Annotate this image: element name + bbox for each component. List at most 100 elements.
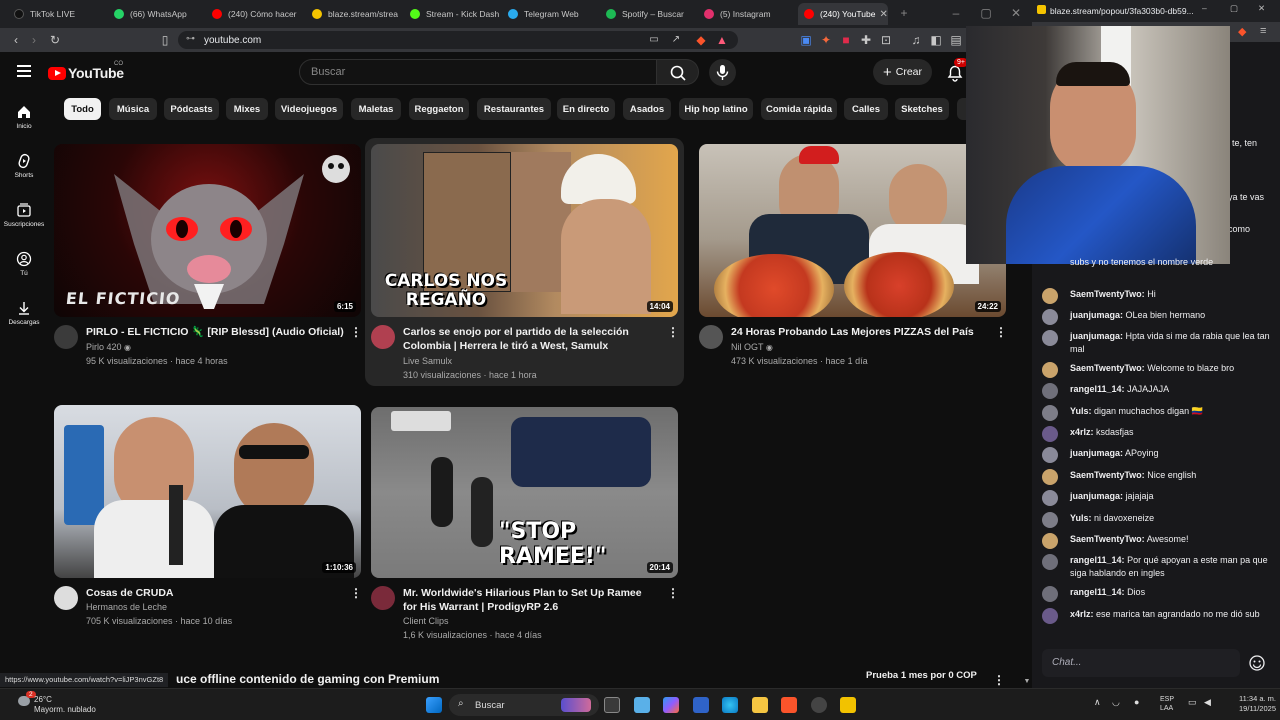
chip[interactable]: Mixes xyxy=(226,98,268,120)
chat-username[interactable]: x4rlz: xyxy=(1070,609,1094,619)
create-button[interactable]: + Crear xyxy=(873,59,932,85)
more-options-icon[interactable]: ⋮ xyxy=(995,325,1007,339)
media-controls-icon[interactable]: ♫ xyxy=(908,32,924,48)
chat-input[interactable]: Chat... xyxy=(1042,649,1240,677)
video-thumbnail[interactable]: 1:10:36 xyxy=(54,405,361,578)
weather-widget[interactable]: 2 26°C Mayorm. nublado xyxy=(8,691,128,716)
language-indicator[interactable]: ESP LAA xyxy=(1160,695,1174,713)
chip[interactable]: Comida rápida xyxy=(761,98,837,120)
channel-name[interactable]: Hermanos de Leche xyxy=(86,602,167,612)
minimize-icon[interactable]: – xyxy=(1202,3,1207,13)
close-window-icon[interactable]: ✕ xyxy=(1008,5,1024,21)
tray-expand-icon[interactable]: ∧ xyxy=(1094,697,1101,708)
brave-icon[interactable] xyxy=(781,697,797,713)
store-icon[interactable] xyxy=(693,697,709,713)
chat-username[interactable]: x4rlz: xyxy=(1070,427,1094,437)
more-options-icon[interactable]: ⋮ xyxy=(993,673,1005,687)
chip[interactable]: Asados xyxy=(623,98,671,120)
obs-icon[interactable] xyxy=(811,697,827,713)
edge-icon[interactable] xyxy=(722,697,738,713)
extension-fox-icon[interactable]: ✦ xyxy=(818,32,834,48)
video-thumbnail[interactable]: 24:22 xyxy=(699,144,1006,317)
more-options-icon[interactable]: ⋮ xyxy=(350,586,362,600)
maximize-icon[interactable]: ▢ xyxy=(1230,3,1238,14)
more-options-icon[interactable]: ⋮ xyxy=(667,325,679,339)
new-tab-icon[interactable]: + xyxy=(896,5,912,21)
chip[interactable]: Maletas xyxy=(351,98,401,120)
rail-item-downloads[interactable]: Descargas xyxy=(0,300,48,326)
channel-name[interactable]: Live Samulx xyxy=(403,356,452,366)
chat-username[interactable]: Yuls: xyxy=(1070,406,1092,416)
chat-username[interactable]: juanjumaga: xyxy=(1070,331,1123,341)
chip[interactable]: Sketches xyxy=(895,98,949,120)
notifications-button[interactable]: 9+ xyxy=(944,58,968,84)
brave-shields-icon[interactable]: ◆ xyxy=(693,32,709,48)
channel-avatar[interactable] xyxy=(54,325,78,349)
bookmark-icon[interactable]: ▯ xyxy=(157,32,173,48)
tab-instagram[interactable]: (5) Instagram xyxy=(698,3,796,25)
tab-spotify[interactable]: Spotify – Buscar xyxy=(600,3,698,25)
brave-shields-icon[interactable]: ◆ xyxy=(1238,25,1246,38)
chat-username[interactable]: Yuls: xyxy=(1070,513,1092,523)
chat-username[interactable]: rangel11_14: xyxy=(1070,587,1125,597)
minimize-icon[interactable]: – xyxy=(948,5,964,21)
tab-kick[interactable]: Stream - Kick Dash xyxy=(404,3,502,25)
channel-name[interactable]: Nil OGT ◉ xyxy=(731,342,773,352)
chat-username[interactable]: juanjumaga: xyxy=(1070,491,1123,501)
video-title[interactable]: Cosas de CRUDA xyxy=(86,586,344,600)
rail-item-subscriptions[interactable]: Suscripciones xyxy=(0,202,48,228)
video-title[interactable]: Carlos se enojo por el partido de la sel… xyxy=(403,325,653,353)
premium-trial-button[interactable]: Prueba 1 mes por 0 COP xyxy=(866,670,977,688)
clock[interactable]: 11:34 a. m. 19/11/2025 xyxy=(1222,694,1276,714)
chat-username[interactable]: rangel11_14: xyxy=(1070,555,1125,565)
chip[interactable]: Calles xyxy=(844,98,888,120)
cast-icon[interactable]: ▭ xyxy=(646,32,662,48)
video-thumbnail[interactable]: EL FICTICIO 6:15 xyxy=(54,144,361,317)
tab-youtube-howto[interactable]: (240) Cómo hacer xyxy=(206,3,304,25)
tab-tiktok[interactable]: TikTok LIVE xyxy=(8,3,106,25)
voice-search-button[interactable] xyxy=(709,59,736,86)
translate-icon[interactable]: ▣ xyxy=(798,32,814,48)
sidebar-icon[interactable]: ◧ xyxy=(928,32,944,48)
chat-username[interactable]: juanjumaga: xyxy=(1070,310,1123,320)
taskbar-search[interactable]: ⌕ Buscar xyxy=(449,694,599,716)
volume-icon[interactable]: ◀ xyxy=(1204,697,1211,708)
more-options-icon[interactable]: ⋮ xyxy=(350,325,362,339)
back-icon[interactable]: ‹ xyxy=(8,32,24,48)
chat-username[interactable]: SaemTwentyTwo: xyxy=(1070,470,1145,480)
channel-avatar[interactable] xyxy=(371,586,395,610)
chat-username[interactable]: juanjumaga: xyxy=(1070,448,1123,458)
channel-avatar[interactable] xyxy=(371,325,395,349)
maximize-icon[interactable]: ▢ xyxy=(978,5,994,21)
brave-rewards-icon[interactable]: ▲ xyxy=(714,32,730,48)
video-thumbnail[interactable]: CARLOS NOS REGAÑO 14:04 xyxy=(371,144,678,317)
video-title[interactable]: 24 Horas Probando Las Mejores PIZZAS del… xyxy=(731,325,989,339)
close-tab-icon[interactable]: ✕ xyxy=(875,9,887,20)
chip[interactable]: Hip hop latino xyxy=(679,98,753,120)
menu-dots-icon[interactable]: ≡ xyxy=(1260,25,1266,37)
channel-name[interactable]: Pirlo 420 ◉ xyxy=(86,342,131,352)
widgets-icon[interactable] xyxy=(634,697,650,713)
wallet-icon[interactable]: ▤ xyxy=(948,32,964,48)
notes-icon[interactable] xyxy=(840,697,856,713)
site-info-icon[interactable]: ⊶ xyxy=(186,33,195,44)
rail-item-home[interactable]: Inicio xyxy=(0,104,48,130)
channel-avatar[interactable] xyxy=(699,325,723,349)
chip[interactable]: Pódcasts xyxy=(164,98,219,120)
mic-tray-icon[interactable]: ● xyxy=(1134,697,1139,707)
video-title[interactable]: Mr. Worldwide's Hilarious Plan to Set Up… xyxy=(403,586,653,614)
chip[interactable]: Todo xyxy=(64,98,101,120)
chat-username[interactable]: SaemTwentyTwo: xyxy=(1070,534,1145,544)
more-options-icon[interactable]: ⋮ xyxy=(667,586,679,600)
extensions-icon[interactable]: ✚ xyxy=(858,32,874,48)
forward-icon[interactable]: › xyxy=(26,32,42,48)
close-window-icon[interactable]: ✕ xyxy=(1258,3,1265,14)
network-icon[interactable]: ▭ xyxy=(1188,697,1197,708)
scroll-down-icon[interactable]: ▼ xyxy=(1022,678,1032,686)
copilot-icon[interactable] xyxy=(663,697,679,713)
chip[interactable]: Reggaeton xyxy=(409,98,469,120)
tab-blaze[interactable]: blaze.stream/strea xyxy=(306,3,404,25)
wifi-icon[interactable]: ◡ xyxy=(1112,697,1120,708)
video-title[interactable]: PIRLO - EL FICTICIO 🦎 [RIP Blessd] (Audi… xyxy=(86,325,344,339)
share-icon[interactable]: ↗ xyxy=(668,32,684,48)
